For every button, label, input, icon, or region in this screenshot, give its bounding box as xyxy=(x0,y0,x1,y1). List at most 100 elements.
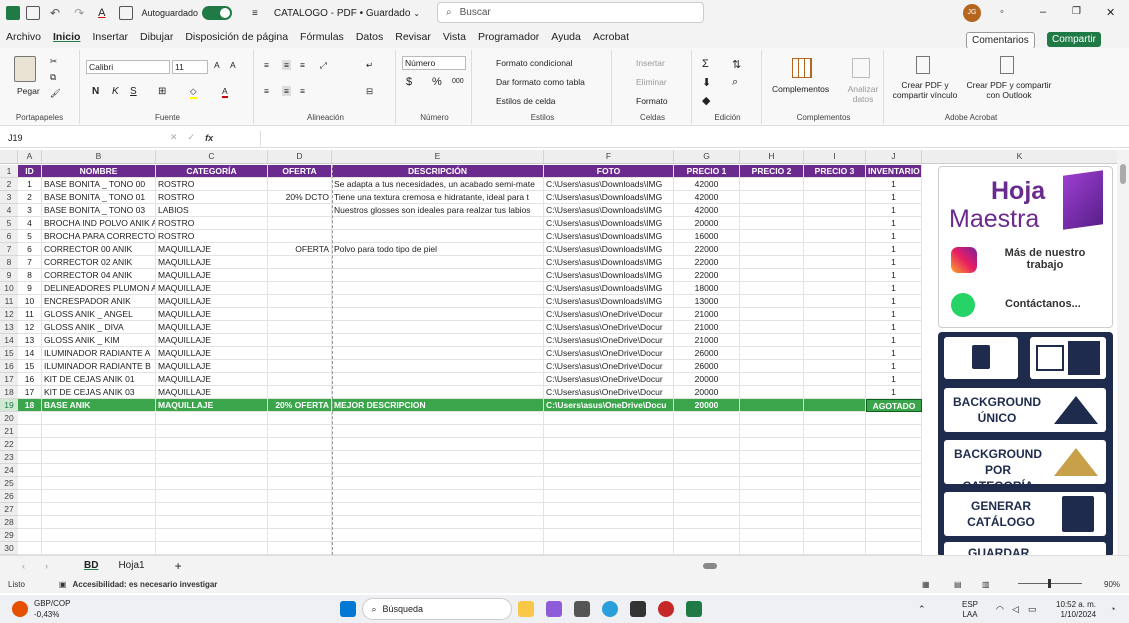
empty-cell[interactable] xyxy=(156,490,268,503)
empty-cell[interactable] xyxy=(740,438,804,451)
row-header[interactable]: 4 xyxy=(0,204,18,217)
table-cell[interactable]: MAQUILLAJE xyxy=(156,243,268,256)
store-icon[interactable] xyxy=(574,601,591,617)
row-header[interactable]: 1 xyxy=(0,165,18,178)
tab-ayuda[interactable]: Ayuda xyxy=(545,31,587,43)
table-cell[interactable] xyxy=(268,295,332,308)
row-header[interactable]: 11 xyxy=(0,295,18,308)
row-header[interactable]: 8 xyxy=(0,256,18,269)
tab-insertar[interactable]: Insertar xyxy=(86,31,134,43)
zoom-slider[interactable] xyxy=(1018,579,1082,588)
name-box[interactable]: J19 xyxy=(0,133,170,143)
table-cell[interactable]: 1 xyxy=(866,347,922,360)
empty-cell[interactable] xyxy=(674,542,740,555)
file-explorer-icon[interactable] xyxy=(518,601,535,617)
table-cell[interactable]: 14 xyxy=(18,347,42,360)
empty-cell[interactable] xyxy=(332,425,544,438)
table-cell[interactable]: MAQUILLAJE xyxy=(156,269,268,282)
redo-icon[interactable]: ↷ xyxy=(74,6,84,20)
zoom-thumb[interactable] xyxy=(1048,579,1051,588)
empty-cell[interactable] xyxy=(268,425,332,438)
conditional-format-button[interactable]: Formato condicional xyxy=(496,58,573,68)
column-header[interactable]: F xyxy=(544,150,674,164)
table-cell[interactable] xyxy=(268,334,332,347)
table-cell[interactable]: 10 xyxy=(18,295,42,308)
table-cell[interactable]: 1 xyxy=(866,269,922,282)
table-cell[interactable]: 1 xyxy=(866,386,922,399)
table-cell[interactable]: 1 xyxy=(866,243,922,256)
volume-icon[interactable]: ◁ xyxy=(1012,604,1019,615)
table-header-cell[interactable]: PRECIO 3 xyxy=(804,165,866,178)
table-cell[interactable]: 20% DCTO xyxy=(268,191,332,204)
column-header[interactable]: E xyxy=(332,150,544,164)
idea-icon[interactable]: ◦ xyxy=(1000,6,1004,18)
row-header[interactable]: 3 xyxy=(0,191,18,204)
table-cell[interactable]: 13000 xyxy=(674,295,740,308)
orientation-icon[interactable]: ⤢ xyxy=(320,60,327,71)
add-sheet-button[interactable]: + xyxy=(175,559,182,573)
windows-start-icon[interactable] xyxy=(340,601,357,617)
table-cell[interactable]: BROCHA IND POLVO ANIK A xyxy=(42,217,156,230)
font-size-select[interactable]: 11 xyxy=(172,60,208,74)
empty-cell[interactable] xyxy=(674,490,740,503)
instagram-icon[interactable] xyxy=(951,247,977,273)
table-cell[interactable]: 1 xyxy=(866,295,922,308)
table-cell[interactable]: C:\Users\asus\Downloads\IMG xyxy=(544,295,674,308)
currency-button[interactable]: $ xyxy=(406,76,412,88)
empty-cell[interactable] xyxy=(866,490,922,503)
table-cell[interactable]: GLOSS ANIK _ ANGEL xyxy=(42,308,156,321)
empty-cell[interactable] xyxy=(740,542,804,555)
empty-cell[interactable] xyxy=(156,464,268,477)
empty-cell[interactable] xyxy=(674,425,740,438)
column-header[interactable]: B xyxy=(42,150,156,164)
page-layout-icon[interactable]: ▤ xyxy=(954,580,962,589)
minimize-icon[interactable]: – xyxy=(1040,6,1046,18)
complements-button[interactable]: Complementos xyxy=(772,84,829,94)
save-button[interactable]: GUARDAR xyxy=(944,542,1106,555)
sort-filter-icon[interactable]: ⇅ xyxy=(732,58,741,71)
table-cell[interactable] xyxy=(740,295,804,308)
empty-cell[interactable] xyxy=(18,490,42,503)
row-header[interactable]: 2 xyxy=(0,178,18,191)
empty-cell[interactable] xyxy=(268,490,332,503)
table-cell[interactable]: 7 xyxy=(18,256,42,269)
table-cell[interactable]: 1 xyxy=(866,360,922,373)
table-cell[interactable]: 11 xyxy=(18,308,42,321)
avatar[interactable]: JG xyxy=(963,4,981,22)
row-header[interactable]: 17 xyxy=(0,373,18,386)
empty-cell[interactable] xyxy=(268,529,332,542)
empty-cell[interactable] xyxy=(156,516,268,529)
empty-cell[interactable] xyxy=(740,451,804,464)
empty-cell[interactable] xyxy=(42,490,156,503)
table-cell[interactable] xyxy=(740,373,804,386)
empty-cell[interactable] xyxy=(804,477,866,490)
sheet-tab-hoja1[interactable]: Hoja1 xyxy=(108,560,154,571)
table-cell[interactable]: 42000 xyxy=(674,191,740,204)
table-cell[interactable] xyxy=(268,282,332,295)
find-icon[interactable]: ⌕ xyxy=(732,76,738,89)
column-header[interactable]: A xyxy=(18,150,42,164)
fill-color-icon[interactable]: ◇ xyxy=(190,86,197,99)
empty-cell[interactable] xyxy=(740,529,804,542)
table-cell[interactable]: 18 xyxy=(18,399,42,412)
table-header-cell[interactable]: CATEGORÍA xyxy=(156,165,268,178)
paste-button[interactable]: Pegar xyxy=(17,86,40,96)
empty-cell[interactable] xyxy=(804,516,866,529)
tray-chevron-icon[interactable]: ⌃ xyxy=(918,604,926,615)
empty-cell[interactable] xyxy=(156,438,268,451)
table-cell[interactable]: 21000 xyxy=(674,321,740,334)
tab-archivo[interactable]: Archivo xyxy=(0,31,47,43)
empty-cell[interactable] xyxy=(544,464,674,477)
empty-cell[interactable] xyxy=(740,503,804,516)
table-cell[interactable]: 1 xyxy=(866,230,922,243)
empty-cell[interactable] xyxy=(804,529,866,542)
page-break-icon[interactable]: ▥ xyxy=(982,580,990,589)
table-cell[interactable]: MAQUILLAJE xyxy=(156,386,268,399)
row-header[interactable]: 5 xyxy=(0,217,18,230)
table-cell[interactable]: 21000 xyxy=(674,334,740,347)
clear-icon[interactable]: ◆ xyxy=(702,94,710,107)
empty-cell[interactable] xyxy=(42,412,156,425)
row-header[interactable]: 21 xyxy=(0,425,18,438)
empty-cell[interactable] xyxy=(268,542,332,555)
empty-cell[interactable] xyxy=(332,412,544,425)
